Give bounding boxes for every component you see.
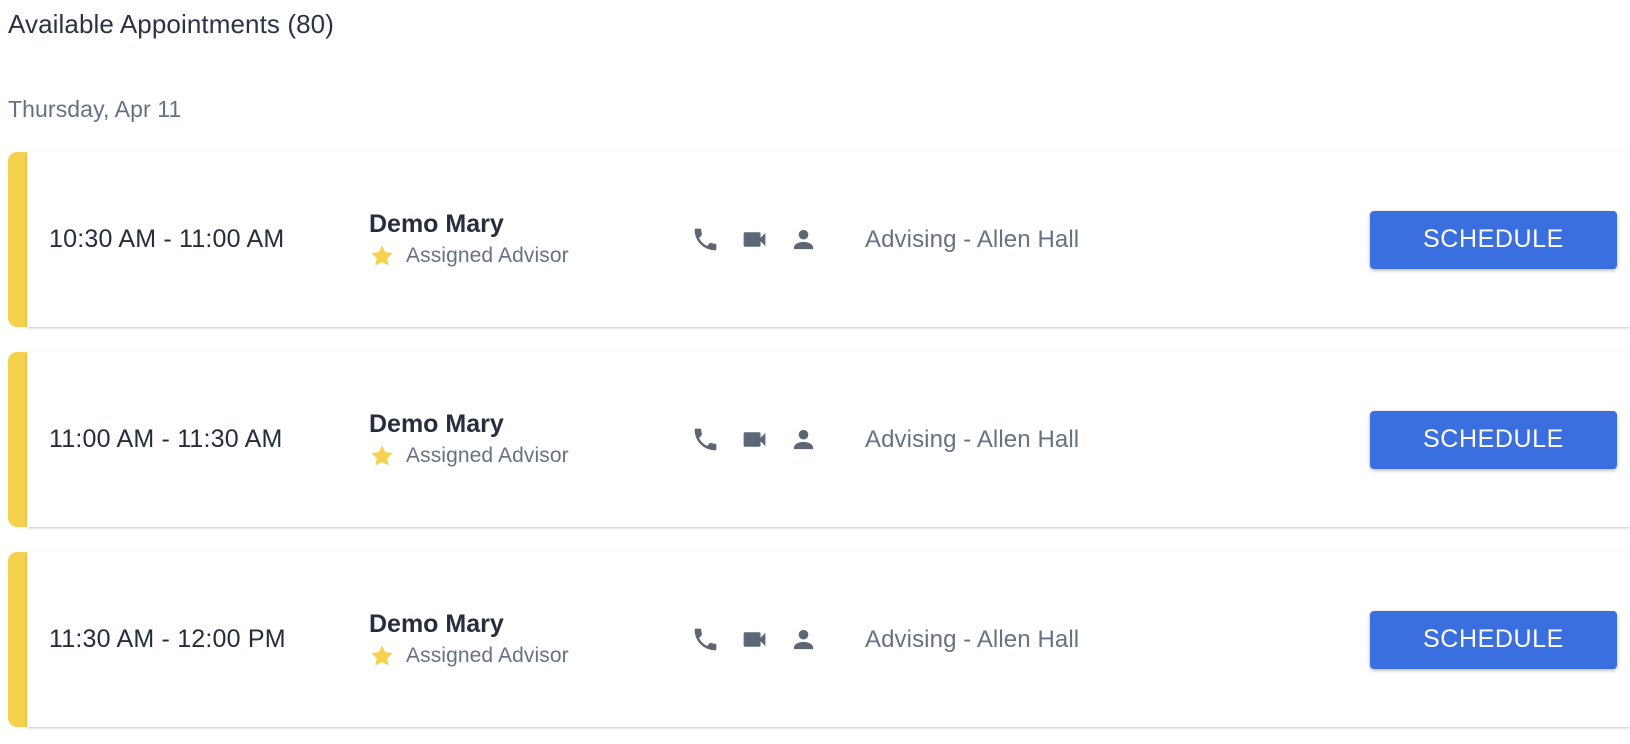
card-actions: SCHEDULE xyxy=(1370,210,1630,269)
card-body: 11:30 AM - 12:00 PM Demo Mary Assigned A… xyxy=(27,552,1630,727)
video-icon xyxy=(740,425,769,454)
advisor-tag: Assigned Advisor xyxy=(369,443,691,469)
appointment-location: Advising - Allen Hall xyxy=(865,425,1080,453)
advisor-tag: Assigned Advisor xyxy=(369,643,691,669)
schedule-button[interactable]: SCHEDULE xyxy=(1370,410,1617,469)
appointment-modes xyxy=(691,425,863,454)
appointment-location: Advising - Allen Hall xyxy=(865,225,1080,253)
person-icon xyxy=(789,425,818,454)
appointment-time: 11:30 AM - 12:00 PM xyxy=(49,625,286,653)
advisor-name: Demo Mary xyxy=(369,210,504,239)
video-icon xyxy=(740,225,769,254)
card-accent-bar xyxy=(8,352,27,527)
advisor-tag-label: Assigned Advisor xyxy=(406,443,569,467)
phone-icon xyxy=(691,225,720,254)
advisor-tag: Assigned Advisor xyxy=(369,243,691,269)
advisor-tag-label: Assigned Advisor xyxy=(406,643,569,667)
advisor-block: Demo Mary Assigned Advisor xyxy=(369,210,691,269)
card-actions: SCHEDULE xyxy=(1370,610,1630,669)
video-icon xyxy=(740,625,769,654)
appointment-time: 10:30 AM - 11:00 AM xyxy=(49,225,285,253)
advisor-name: Demo Mary xyxy=(369,410,504,439)
schedule-button[interactable]: SCHEDULE xyxy=(1370,210,1617,269)
card-actions: SCHEDULE xyxy=(1370,410,1630,469)
star-icon xyxy=(369,643,395,669)
page-title: Available Appointments (80) xyxy=(8,9,334,39)
advisor-name: Demo Mary xyxy=(369,610,504,639)
appointment-location: Advising - Allen Hall xyxy=(865,625,1080,653)
appointment-card[interactable]: 11:30 AM - 12:00 PM Demo Mary Assigned A… xyxy=(0,552,1630,727)
available-appointments-page: Available Appointments (80) Thursday, Ap… xyxy=(0,0,1630,744)
star-icon xyxy=(369,443,395,469)
card-accent-bar xyxy=(8,152,27,327)
person-icon xyxy=(789,225,818,254)
star-icon xyxy=(369,243,395,269)
day-heading: Thursday, Apr 11 xyxy=(8,96,182,122)
appointment-modes xyxy=(691,625,863,654)
appointment-modes xyxy=(691,225,863,254)
appointment-time: 11:00 AM - 11:30 AM xyxy=(49,425,283,453)
phone-icon xyxy=(691,425,720,454)
appointment-card[interactable]: 10:30 AM - 11:00 AM Demo Mary Assigned A… xyxy=(0,152,1630,327)
card-body: 11:00 AM - 11:30 AM Demo Mary Assigned A… xyxy=(27,352,1630,527)
advisor-tag-label: Assigned Advisor xyxy=(406,243,569,267)
advisor-block: Demo Mary Assigned Advisor xyxy=(369,410,691,469)
advisor-block: Demo Mary Assigned Advisor xyxy=(369,610,691,669)
schedule-button[interactable]: SCHEDULE xyxy=(1370,610,1617,669)
card-accent-bar xyxy=(8,552,27,727)
person-icon xyxy=(789,625,818,654)
appointment-card[interactable]: 11:00 AM - 11:30 AM Demo Mary Assigned A… xyxy=(0,352,1630,527)
card-body: 10:30 AM - 11:00 AM Demo Mary Assigned A… xyxy=(27,152,1630,327)
appointment-list: 10:30 AM - 11:00 AM Demo Mary Assigned A… xyxy=(0,152,1630,744)
phone-icon xyxy=(691,625,720,654)
